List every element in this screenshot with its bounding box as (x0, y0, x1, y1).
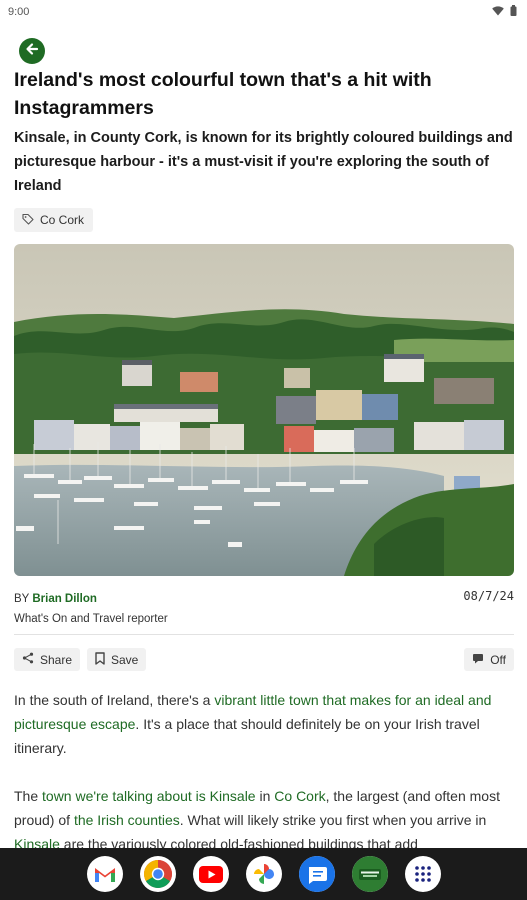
text-run: In the south of Ireland, there's a (14, 692, 215, 708)
tag-icon (22, 213, 34, 228)
bookmark-icon (95, 651, 105, 668)
wifi-icon (492, 5, 504, 19)
app-drawer-icon[interactable] (404, 856, 441, 892)
toggle-label: Off (490, 652, 506, 667)
publish-date: 08/7/24 (463, 589, 514, 603)
inline-link[interactable]: the Irish counties (74, 812, 180, 828)
app-dock (0, 848, 527, 900)
status-bar: 9:00 (0, 0, 527, 24)
author-role: What's On and Travel reporter (14, 613, 168, 625)
save-label: Save (111, 652, 139, 667)
battery-icon (510, 5, 517, 19)
byline: BY Brian Dillon (14, 593, 97, 605)
reader-icon (472, 653, 484, 667)
youtube-icon[interactable] (192, 856, 229, 892)
save-button[interactable]: Save (87, 648, 147, 671)
inline-link[interactable]: Kinsale (14, 836, 60, 848)
article-paragraph-2: The town we're talking about is Kinsale … (14, 784, 514, 848)
photos-icon[interactable] (245, 856, 282, 892)
news-app-icon[interactable] (351, 856, 388, 892)
article-paragraph-1: In the south of Ireland, there's a vibra… (14, 688, 514, 760)
text-run: are the variously colored old-fashioned … (59, 836, 418, 848)
share-label: Share (40, 652, 73, 667)
share-button[interactable]: Share (14, 648, 81, 671)
article-hero-image (14, 244, 514, 576)
inline-link[interactable]: town we're talking about is Kinsale (42, 788, 256, 804)
tag-label: Co Cork (40, 213, 85, 227)
text-run: The (14, 788, 43, 804)
divider (14, 634, 514, 635)
status-time: 9:00 (8, 6, 30, 18)
gmail-icon[interactable] (86, 856, 123, 892)
audio-toggle-button[interactable]: Off (464, 648, 514, 671)
tag-chip-co-cork[interactable]: Co Cork (14, 208, 94, 232)
article-standfirst: Kinsale, in County Cork, is known for it… (14, 130, 513, 194)
author-link[interactable]: Brian Dillon (32, 593, 97, 605)
messages-icon[interactable] (298, 856, 335, 892)
article-headline: Ireland's most colourful town that's a h… (14, 69, 432, 119)
article-view: Ireland's most colourful town that's a h… (0, 24, 527, 848)
byline-prefix: BY (14, 593, 30, 605)
text-run: in (255, 788, 275, 804)
share-icon (22, 652, 34, 667)
chrome-icon[interactable] (139, 856, 176, 892)
back-button[interactable] (19, 38, 45, 64)
text-run: . What will likely strike you first when… (179, 812, 487, 828)
inline-link[interactable]: Co Cork (274, 788, 325, 804)
arrow-left-icon (24, 41, 40, 62)
